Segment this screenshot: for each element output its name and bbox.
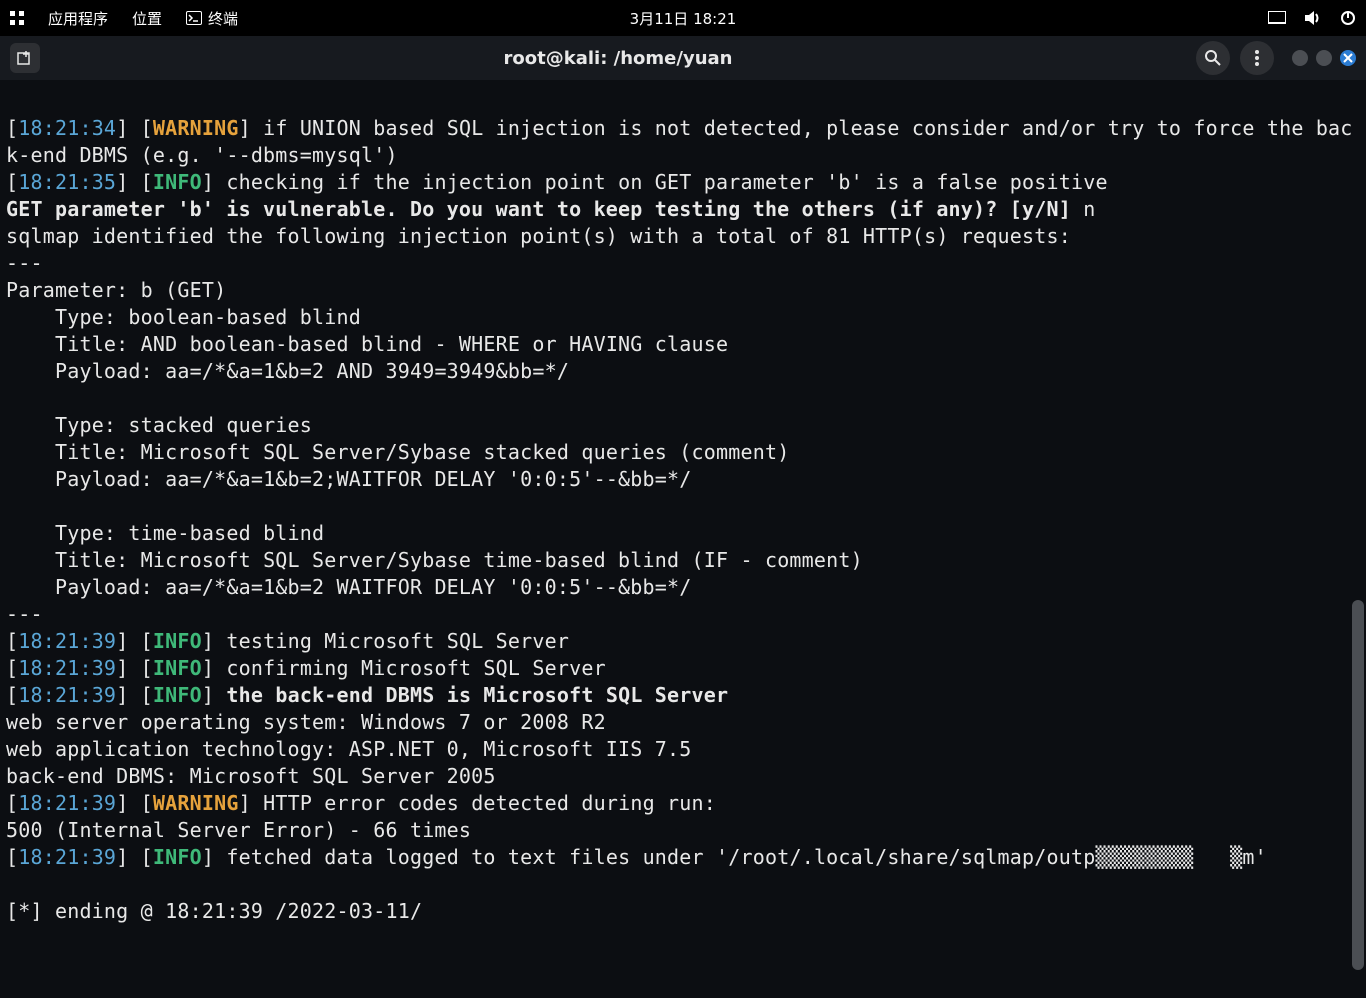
activities-icon[interactable] bbox=[10, 11, 24, 25]
window-minimize[interactable] bbox=[1292, 50, 1308, 66]
menu-places-label: 位置 bbox=[132, 8, 162, 29]
menu-applications-label: 应用程序 bbox=[48, 8, 108, 29]
search-button[interactable] bbox=[1196, 41, 1230, 75]
window-close[interactable] bbox=[1340, 50, 1356, 66]
new-tab-button[interactable] bbox=[10, 43, 40, 73]
terminal-scrollbar[interactable] bbox=[1352, 600, 1364, 970]
window-maximize[interactable] bbox=[1316, 50, 1332, 66]
menu-terminal-label: 终端 bbox=[208, 8, 238, 29]
volume-icon[interactable] bbox=[1304, 10, 1322, 26]
power-icon[interactable] bbox=[1340, 10, 1356, 26]
menu-button[interactable] bbox=[1240, 41, 1274, 75]
menu-applications[interactable]: 应用程序 bbox=[48, 8, 108, 29]
window-title: root@kali: /home/yuan bbox=[50, 48, 1186, 69]
terminal-window-header: root@kali: /home/yuan bbox=[0, 36, 1366, 80]
window-controls bbox=[1292, 50, 1356, 66]
menu-terminal[interactable]: 终端 bbox=[186, 8, 238, 29]
system-top-bar: 应用程序 位置 终端 3月11日 18:21 bbox=[0, 0, 1366, 36]
menu-places[interactable]: 位置 bbox=[132, 8, 162, 29]
terminal-output[interactable]: [18:21:34] [WARNING] if UNION based SQL … bbox=[0, 80, 1366, 998]
terminal-icon bbox=[186, 11, 202, 25]
screen-icon[interactable] bbox=[1268, 11, 1286, 25]
